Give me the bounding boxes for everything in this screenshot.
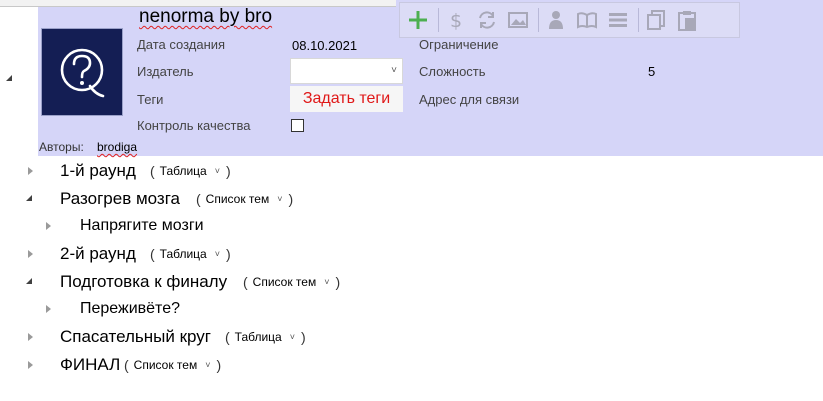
publisher-select[interactable]: ˅	[290, 58, 403, 84]
list-icon[interactable]	[604, 7, 631, 34]
chevron-down-icon: ˅	[324, 277, 330, 287]
round-expander[interactable]	[26, 278, 32, 284]
close-paren: )	[216, 357, 222, 373]
svg-text:$: $	[449, 10, 461, 31]
paste-icon[interactable]	[673, 7, 700, 34]
package-logo[interactable]	[41, 28, 123, 116]
open-paren: (	[225, 329, 230, 345]
author-link[interactable]: brodiga	[97, 140, 137, 154]
quality-control-label: Контроль качества	[137, 118, 251, 133]
open-paren: (	[150, 246, 155, 262]
round-type-value: Список тем	[133, 358, 198, 372]
open-paren: (	[150, 163, 155, 179]
created-label: Дата создания	[137, 37, 226, 52]
package-expander[interactable]	[6, 75, 12, 81]
dollar-icon[interactable]: $	[442, 7, 469, 34]
set-tags-button[interactable]: Задать теги	[290, 86, 403, 112]
round-expander[interactable]	[28, 361, 33, 369]
publisher-label: Издатель	[137, 64, 194, 79]
chevron-down-icon: ˅	[289, 332, 295, 342]
round-name[interactable]: Разогрев мозга	[60, 189, 180, 209]
round-name[interactable]: Спасательный круг	[60, 327, 211, 347]
round-type-select[interactable]: ( Список тем ˅ )	[124, 357, 221, 373]
round-expander[interactable]	[28, 333, 33, 341]
open-paren: (	[243, 274, 248, 290]
book-icon[interactable]	[573, 7, 600, 34]
contact-label: Адрес для связи	[419, 92, 520, 107]
close-paren: )	[288, 191, 294, 207]
theme-name[interactable]: Напрягите мозги	[80, 217, 204, 235]
close-paren: )	[226, 246, 231, 262]
round-type-value: Таблица	[234, 330, 282, 344]
authors-label: Авторы:	[39, 140, 84, 154]
round-name[interactable]: 2-й раунд	[60, 244, 136, 264]
round-type-select[interactable]: ( Список тем ˅ )	[243, 274, 340, 290]
chevron-down-icon: ˅	[391, 65, 397, 76]
person-icon[interactable]	[542, 7, 569, 34]
round-type-select[interactable]: ( Таблица ˅ )	[150, 163, 231, 179]
chevron-down-icon: ˅	[205, 360, 211, 370]
round-type-value: Список тем	[252, 275, 317, 289]
round-expander[interactable]	[28, 167, 33, 175]
close-paren: )	[301, 329, 306, 345]
close-paren: )	[226, 163, 231, 179]
copy-icon[interactable]	[642, 7, 669, 34]
round-type-value: Таблица	[159, 247, 207, 261]
difficulty-label: Сложность	[419, 64, 486, 79]
round-name[interactable]: 1-й раунд	[60, 161, 136, 181]
add-icon[interactable]	[404, 7, 431, 34]
toolbar: $	[399, 2, 740, 38]
round-type-value: Таблица	[159, 164, 207, 178]
chevron-down-icon: ˅	[214, 166, 220, 176]
round-type-select[interactable]: ( Список тем ˅ )	[196, 191, 293, 207]
chevron-down-icon: ˅	[277, 194, 283, 204]
theme-expander[interactable]	[46, 305, 51, 313]
image-icon[interactable]	[504, 7, 531, 34]
theme-name[interactable]: Переживёте?	[80, 300, 180, 318]
open-paren: (	[196, 191, 201, 207]
open-paren: (	[124, 357, 129, 373]
difficulty-value[interactable]: 5	[648, 64, 655, 79]
round-expander[interactable]	[28, 250, 33, 258]
package-title[interactable]: nenorma by bro	[139, 6, 272, 28]
round-expander[interactable]	[26, 195, 32, 201]
toolbar-separator	[538, 8, 539, 32]
theme-expander[interactable]	[46, 222, 51, 230]
tags-label: Теги	[137, 92, 164, 107]
quality-control-checkbox[interactable]	[291, 119, 304, 132]
toolbar-separator	[638, 8, 639, 32]
round-name[interactable]: ФИНАЛ	[60, 355, 120, 375]
question-logo-icon	[60, 48, 105, 98]
toolbar-separator	[438, 8, 439, 32]
chevron-down-icon: ˅	[214, 249, 220, 259]
round-type-value: Список тем	[205, 192, 270, 206]
round-type-select[interactable]: ( Таблица ˅ )	[225, 329, 306, 345]
close-paren: )	[335, 274, 341, 290]
refresh-icon[interactable]	[473, 7, 500, 34]
round-name[interactable]: Подготовка к финалу	[60, 272, 227, 292]
restriction-label: Ограничение	[419, 37, 499, 52]
round-type-select[interactable]: ( Таблица ˅ )	[150, 246, 231, 262]
created-value[interactable]: 08.10.2021	[292, 38, 357, 53]
